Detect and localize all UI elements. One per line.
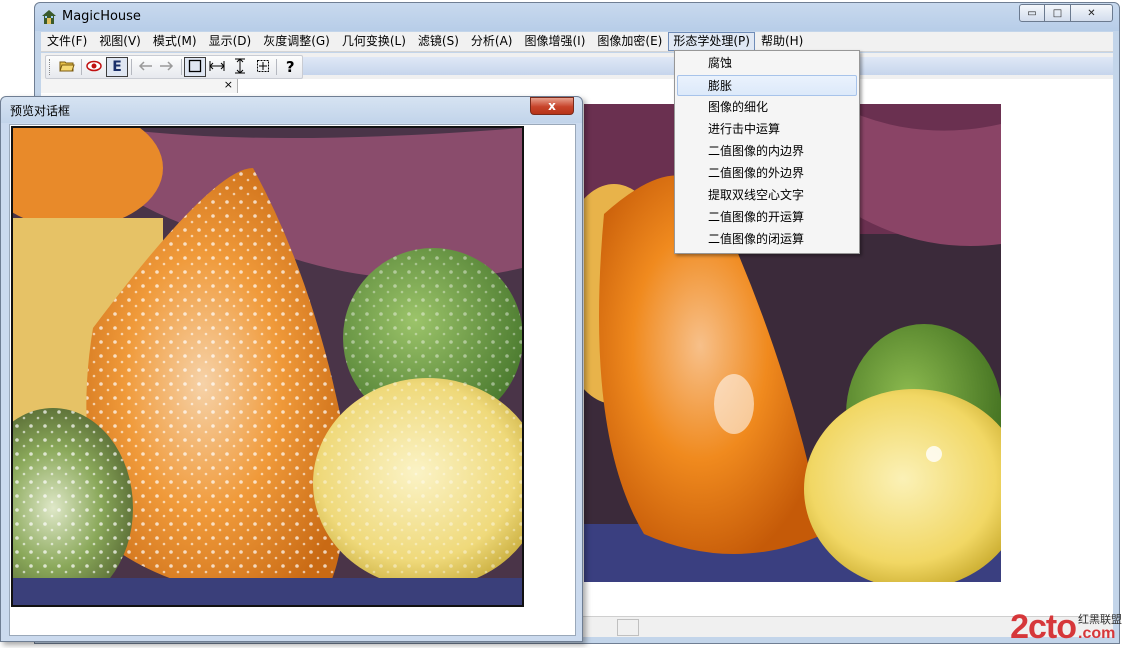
app-title: MagicHouse bbox=[62, 9, 141, 24]
close-button[interactable]: ✕ bbox=[1071, 4, 1113, 22]
forward-arrow-icon bbox=[159, 60, 175, 74]
view-button[interactable] bbox=[84, 57, 106, 77]
menu-view[interactable]: 视图(V) bbox=[93, 33, 147, 50]
house-app-icon bbox=[41, 9, 57, 25]
toolbar-separator bbox=[130, 59, 132, 75]
edit-e-icon: E bbox=[112, 59, 122, 75]
preview-dialog-title: 预览对话框 bbox=[10, 104, 71, 118]
menu-display[interactable]: 显示(D) bbox=[203, 33, 258, 50]
menu-option-hit-or-miss[interactable]: 进行击中运算 bbox=[677, 119, 857, 140]
toolbar-grip[interactable] bbox=[49, 59, 53, 75]
menu-grayscale[interactable]: 灰度调整(G) bbox=[257, 33, 336, 50]
window-controls: ▭ □ ✕ bbox=[1019, 4, 1113, 24]
open-button[interactable] bbox=[56, 57, 78, 77]
preview-close-button[interactable]: x bbox=[530, 97, 574, 115]
morphology-dropdown-menu: 腐蚀 膨胀 图像的细化 进行击中运算 二值图像的内边界 二值图像的外边界 提取双… bbox=[674, 50, 860, 254]
eye-icon bbox=[86, 60, 103, 75]
menu-morphology[interactable]: 形态学处理(P) bbox=[668, 32, 755, 51]
menu-bar: 文件(F) 视图(V) 模式(M) 显示(D) 灰度调整(G) 几何变换(L) … bbox=[41, 32, 1113, 52]
help-button[interactable]: ? bbox=[279, 57, 301, 77]
close-icon: ✕ bbox=[1087, 7, 1096, 19]
watermark-logo-text: 2cto bbox=[1010, 608, 1077, 646]
menu-option-erosion[interactable]: 腐蚀 bbox=[677, 53, 857, 74]
toolbar-row: E ? bbox=[41, 53, 1113, 79]
measure-horizontal-icon bbox=[209, 60, 226, 75]
measure-vertical-icon bbox=[234, 57, 246, 77]
open-folder-icon bbox=[59, 59, 75, 76]
minimize-icon: ▭ bbox=[1027, 7, 1037, 19]
close-icon: x bbox=[548, 99, 556, 113]
toolbar-separator bbox=[80, 59, 82, 75]
menu-option-dilation[interactable]: 膨胀 bbox=[677, 75, 857, 96]
preview-body bbox=[0, 108, 576, 636]
title-bar[interactable]: MagicHouse ▭ □ ✕ bbox=[35, 3, 1119, 31]
measure-vertical-button[interactable] bbox=[229, 57, 251, 77]
menu-option-inner-boundary[interactable]: 二值图像的内边界 bbox=[677, 141, 857, 162]
edit-button[interactable]: E bbox=[106, 57, 128, 77]
panel-header: × bbox=[41, 78, 238, 93]
maximize-icon: □ bbox=[1052, 7, 1063, 19]
site-watermark: 2cto 红黑联盟 .com bbox=[1010, 608, 1122, 646]
toolbar-separator bbox=[276, 59, 278, 75]
preview-dialog: 预览对话框 x bbox=[0, 96, 583, 642]
select-rect-button[interactable] bbox=[183, 57, 206, 77]
menu-file[interactable]: 文件(F) bbox=[41, 33, 93, 50]
menu-option-opening[interactable]: 二值图像的开运算 bbox=[677, 207, 857, 228]
help-icon: ? bbox=[285, 58, 295, 76]
menu-geometry[interactable]: 几何变换(L) bbox=[336, 33, 412, 50]
toolbar-separator bbox=[181, 59, 182, 75]
menu-mode[interactable]: 模式(M) bbox=[147, 33, 203, 50]
minimize-button[interactable]: ▭ bbox=[1019, 4, 1045, 22]
status-pane bbox=[617, 619, 639, 636]
forward-button[interactable] bbox=[156, 57, 178, 77]
menu-encrypt[interactable]: 图像加密(E) bbox=[591, 33, 668, 50]
panel-close-icon[interactable]: × bbox=[224, 78, 233, 91]
toolbar: E ? bbox=[45, 55, 303, 79]
menu-enhance[interactable]: 图像增强(I) bbox=[518, 33, 591, 50]
maximize-button[interactable]: □ bbox=[1045, 4, 1071, 22]
back-button[interactable] bbox=[134, 57, 156, 77]
preview-image bbox=[0, 108, 543, 608]
menu-analysis[interactable]: 分析(A) bbox=[465, 33, 519, 50]
menu-option-outer-boundary[interactable]: 二值图像的外边界 bbox=[677, 163, 857, 184]
menu-option-hollow-text[interactable]: 提取双线空心文字 bbox=[677, 185, 857, 206]
measure-horizontal-button[interactable] bbox=[207, 57, 229, 77]
crop-icon bbox=[256, 59, 270, 76]
menu-help[interactable]: 帮助(H) bbox=[755, 33, 809, 50]
back-arrow-icon bbox=[137, 60, 153, 74]
menu-option-thinning[interactable]: 图像的细化 bbox=[677, 97, 857, 118]
menu-filter[interactable]: 滤镜(S) bbox=[412, 33, 465, 50]
watermark-side: 红黑联盟 .com bbox=[1078, 614, 1122, 642]
select-rect-icon bbox=[188, 59, 202, 76]
crop-button[interactable] bbox=[252, 57, 274, 77]
menu-option-closing[interactable]: 二值图像的闭运算 bbox=[677, 229, 857, 250]
watermark-domain-text: .com bbox=[1078, 625, 1116, 642]
